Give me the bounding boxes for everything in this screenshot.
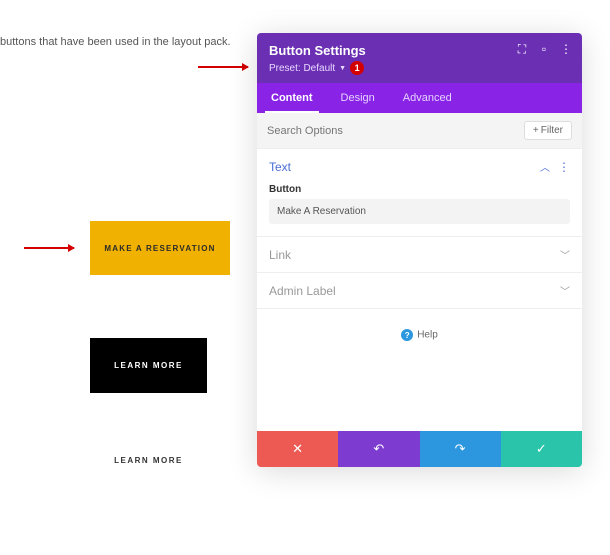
button-settings-panel: Button Settings Preset: Default ▼ 1 ⛶ ▫ … [257, 33, 582, 467]
save-button[interactable]: ✓ [501, 431, 582, 467]
section-text-header[interactable]: Text ︿ ⋮ [257, 149, 582, 184]
panel-header: Button Settings Preset: Default ▼ 1 ⛶ ▫ … [257, 33, 582, 83]
tab-content[interactable]: Content [257, 83, 327, 113]
redo-button[interactable]: ↷ [420, 431, 501, 467]
help-icon: ? [401, 329, 413, 341]
preset-dropdown-icon: ▼ [339, 65, 346, 72]
section-more-icon[interactable]: ⋮ [558, 160, 570, 174]
panel-layout-icon[interactable]: ▫ [538, 43, 550, 55]
section-text: Text ︿ ⋮ Button [257, 149, 582, 237]
sample-button-yellow[interactable]: MAKE A RESERVATION [90, 221, 230, 275]
sample-button-black[interactable]: LEARN MORE [90, 338, 207, 393]
section-link-header[interactable]: Link ﹀ [257, 237, 582, 272]
search-input[interactable] [267, 125, 447, 137]
undo-button[interactable]: ↶ [338, 431, 419, 467]
section-admin-label-header[interactable]: Admin Label ﹀ [257, 273, 582, 308]
annotation-arrow-preset [198, 66, 248, 68]
section-admin-label: Admin Label ﹀ [257, 273, 582, 309]
field-label-button: Button [269, 184, 570, 195]
chevron-down-icon: ﹀ [560, 283, 570, 298]
chevron-up-icon: ︿ [540, 159, 550, 174]
tab-design[interactable]: Design [327, 83, 389, 113]
expand-icon[interactable]: ⛶ [516, 43, 528, 55]
section-text-title: Text [269, 160, 291, 174]
help-link[interactable]: ? Help [257, 309, 582, 431]
help-label: Help [417, 330, 438, 341]
annotation-arrow-button [24, 247, 74, 249]
search-row: +Filter [257, 113, 582, 149]
filter-label: Filter [541, 125, 563, 136]
preset-label: Preset: Default [269, 63, 335, 74]
close-button[interactable]: ✕ [257, 431, 338, 467]
more-icon[interactable]: ⋮ [560, 43, 572, 55]
filter-button[interactable]: +Filter [524, 121, 572, 140]
plus-icon: + [533, 125, 539, 136]
tab-advanced[interactable]: Advanced [389, 83, 466, 113]
section-link: Link ﹀ [257, 237, 582, 273]
intro-text: buttons that have been used in the layou… [0, 36, 231, 48]
panel-footer: ✕ ↶ ↷ ✓ [257, 431, 582, 467]
chevron-down-icon: ﹀ [560, 247, 570, 262]
section-link-title: Link [269, 248, 291, 262]
tab-bar: Content Design Advanced [257, 83, 582, 113]
annotation-badge: 1 [350, 61, 364, 75]
sample-button-textonly[interactable]: LEARN MORE [90, 456, 207, 465]
section-admin-label-title: Admin Label [269, 284, 336, 298]
preset-row[interactable]: Preset: Default ▼ 1 [269, 61, 570, 75]
button-text-input[interactable] [269, 199, 570, 224]
